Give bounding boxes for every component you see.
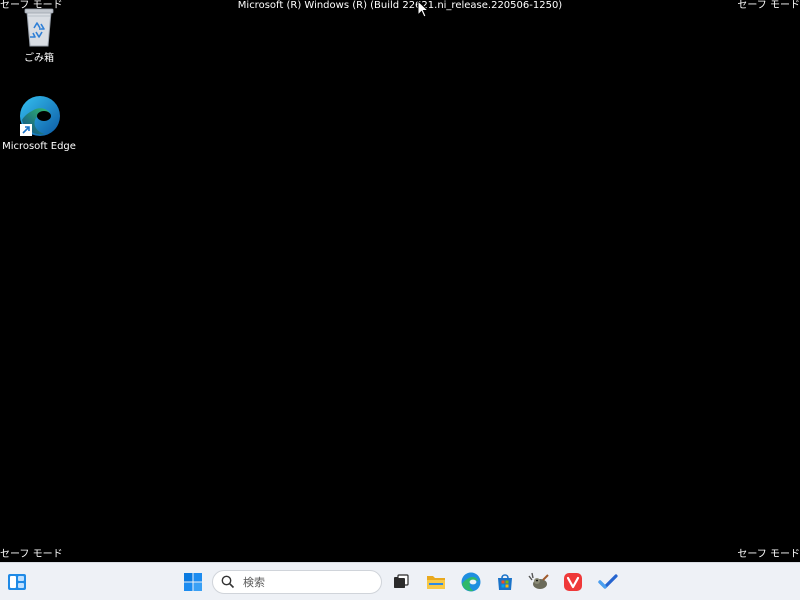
mouse-cursor-icon — [417, 0, 429, 18]
folder-icon — [427, 576, 445, 589]
safe-mode-label-bottom-right: セーフ モード — [737, 549, 800, 560]
edge-icon — [15, 94, 63, 138]
gimp-icon — [528, 572, 549, 589]
store-icon — [498, 574, 512, 590]
desktop[interactable]: セーフ モード セーフ モード セーフ モード セーフ モード Microsof… — [0, 0, 800, 562]
recycle-bin-icon — [15, 6, 63, 50]
widgets-button[interactable] — [2, 567, 32, 597]
taskbar: 検索 — [0, 562, 800, 600]
vivaldi-icon — [564, 573, 582, 591]
desktop-icon-label: ごみ箱 — [24, 53, 54, 64]
edge-taskbar-button[interactable] — [456, 567, 486, 597]
taskbar-search-box[interactable]: 検索 — [212, 570, 382, 594]
safe-mode-label-bottom-left: セーフ モード — [0, 549, 63, 560]
gimp-button[interactable] — [524, 567, 554, 597]
edge-icon — [461, 572, 481, 592]
desktop-icon-label: Microsoft Edge — [2, 141, 76, 152]
search-placeholder: 検索 — [243, 576, 265, 589]
desktop-icon-edge[interactable]: Microsoft Edge — [0, 94, 78, 153]
widgets-icon — [8, 574, 26, 590]
windows-logo-icon — [184, 573, 202, 591]
file-explorer-button[interactable] — [421, 567, 451, 597]
desktop-icon-recycle-bin[interactable]: ごみ箱 — [0, 6, 78, 65]
store-button[interactable] — [490, 567, 520, 597]
task-view-icon — [394, 574, 409, 588]
build-info-text: Microsoft (R) Windows (R) (Build 22621.n… — [237, 0, 563, 11]
todo-button[interactable] — [593, 567, 623, 597]
search-icon — [221, 575, 235, 589]
task-view-button[interactable] — [386, 567, 416, 597]
checkmark-icon — [598, 574, 618, 589]
start-button[interactable] — [178, 567, 208, 597]
vivaldi-button[interactable] — [558, 567, 588, 597]
